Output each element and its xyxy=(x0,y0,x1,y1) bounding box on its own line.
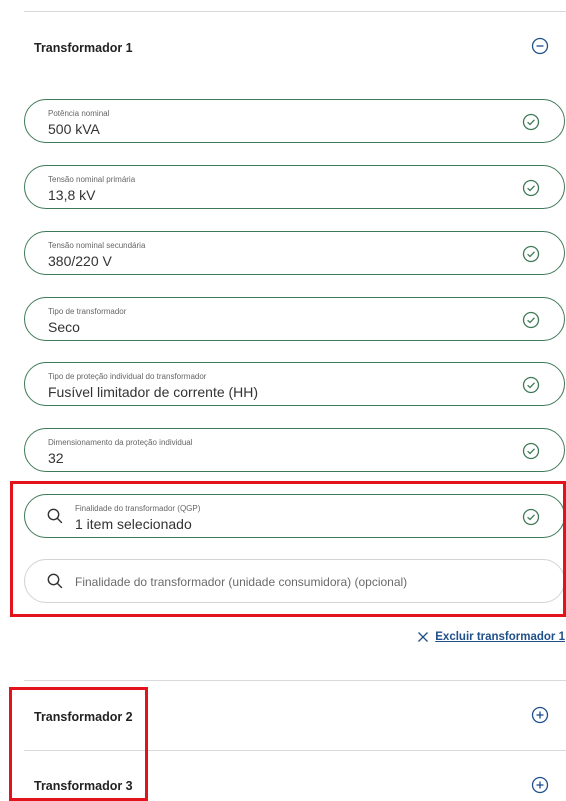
field-label: Finalidade do transformador (QGP) xyxy=(75,504,201,513)
field-label: Potência nominal xyxy=(48,109,110,118)
divider xyxy=(24,680,566,681)
check-circle-icon xyxy=(522,113,540,131)
tipo-protecao-individual-field[interactable]: Tipo de proteção individual do transform… xyxy=(24,362,565,406)
tipo-transformador-field[interactable]: Tipo de transformador Seco xyxy=(24,297,565,341)
field-value: 380/220 V xyxy=(48,253,112,269)
check-circle-icon xyxy=(522,245,540,263)
tensao-nominal-secundaria-field[interactable]: Tensão nominal secundária 380/220 V xyxy=(24,231,565,275)
search-icon xyxy=(47,508,63,524)
search-icon xyxy=(47,573,63,589)
delete-transformer-1-link[interactable]: Excluir transformador 1 xyxy=(417,631,565,643)
tensao-nominal-primaria-field[interactable]: Tensão nominal primária 13,8 kV xyxy=(24,165,565,209)
field-value: Fusível limitador de corrente (HH) xyxy=(48,384,259,400)
delete-transformer-label: Excluir transformador 1 xyxy=(435,631,565,643)
check-circle-icon xyxy=(522,179,540,197)
transformer-3-title[interactable]: Transformador 3 xyxy=(34,779,133,793)
close-icon xyxy=(418,632,429,642)
field-label: Dimensionamento da proteção individual xyxy=(48,438,193,447)
check-circle-icon xyxy=(522,442,540,460)
potencia-nominal-field[interactable]: Potência nominal 500 kVA xyxy=(24,99,565,143)
field-placeholder: Finalidade do transformador (unidade con… xyxy=(75,575,408,589)
transformer-1-title: Transformador 1 xyxy=(34,41,133,55)
plus-circle-icon[interactable] xyxy=(531,776,549,794)
field-label: Tipo de transformador xyxy=(48,307,127,316)
finalidade-unidade-consumidora-input[interactable]: Finalidade do transformador (unidade con… xyxy=(24,559,565,603)
field-value: 500 kVA xyxy=(48,121,100,137)
check-circle-icon xyxy=(522,311,540,329)
field-label: Tensão nominal primária xyxy=(48,175,136,184)
top-divider xyxy=(24,11,566,12)
field-value: 13,8 kV xyxy=(48,187,96,203)
minus-circle-icon[interactable] xyxy=(531,37,549,55)
field-label: Tensão nominal secundária xyxy=(48,241,146,250)
dimensionamento-protecao-field[interactable]: Dimensionamento da proteção individual 3… xyxy=(24,428,565,472)
check-circle-icon xyxy=(522,508,540,526)
field-value: 32 xyxy=(48,450,64,466)
check-circle-icon xyxy=(522,376,540,394)
finalidade-qgp-field[interactable]: Finalidade do transformador (QGP) 1 item… xyxy=(24,494,565,538)
divider xyxy=(24,750,566,751)
field-value: Seco xyxy=(48,319,80,335)
field-label: Tipo de proteção individual do transform… xyxy=(48,372,207,381)
field-value: 1 item selecionado xyxy=(75,516,192,532)
transformer-2-title[interactable]: Transformador 2 xyxy=(34,710,133,724)
plus-circle-icon[interactable] xyxy=(531,706,549,724)
